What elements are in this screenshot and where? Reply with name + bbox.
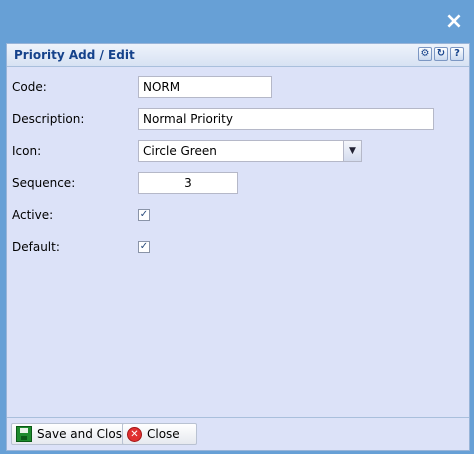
active-checkbox[interactable]: ✓ — [138, 209, 150, 221]
default-label: Default: — [12, 240, 60, 254]
icon-select-value: Circle Green — [143, 144, 217, 158]
panel-header: Priority Add / Edit ⚙ ↻ ? — [7, 44, 469, 67]
gear-icon[interactable]: ⚙ — [418, 47, 432, 61]
sequence-field[interactable]: 3 — [138, 172, 238, 194]
icon-select[interactable]: Circle Green ▼ — [138, 140, 362, 162]
description-label: Description: — [12, 112, 85, 126]
icon-row: Icon: Circle Green ▼ — [12, 140, 462, 162]
code-label: Code: — [12, 80, 47, 94]
sequence-row: Sequence: 3 — [12, 172, 462, 194]
panel-tools: ⚙ ↻ ? — [418, 47, 464, 61]
icon-label: Icon: — [12, 144, 42, 158]
save-and-close-label: Save and Close — [37, 427, 130, 441]
window-close-icon[interactable]: × — [444, 11, 464, 33]
code-field[interactable]: NORM — [138, 76, 272, 98]
close-label: Close — [147, 427, 180, 441]
help-icon[interactable]: ? — [450, 47, 464, 61]
code-row: Code: NORM — [12, 76, 462, 98]
description-field[interactable]: Normal Priority — [138, 108, 434, 130]
close-button[interactable]: ✕ Close — [122, 423, 197, 445]
default-row: Default: ✓ — [12, 236, 462, 258]
default-checkbox[interactable]: ✓ — [138, 241, 150, 253]
panel-title: Priority Add / Edit — [14, 48, 135, 62]
sequence-label: Sequence: — [12, 176, 76, 190]
chevron-down-icon[interactable]: ▼ — [343, 141, 361, 161]
priority-edit-panel: Priority Add / Edit ⚙ ↻ ? Code: NORM Des… — [6, 43, 470, 451]
description-row: Description: Normal Priority — [12, 108, 462, 130]
active-label: Active: — [12, 208, 54, 222]
refresh-icon[interactable]: ↻ — [434, 47, 448, 61]
close-icon: ✕ — [127, 426, 142, 442]
panel-footer: Save and Close ✕ Close — [7, 417, 469, 450]
save-and-close-button[interactable]: Save and Close — [11, 423, 137, 445]
save-icon — [16, 426, 32, 442]
active-row: Active: ✓ — [12, 204, 462, 226]
